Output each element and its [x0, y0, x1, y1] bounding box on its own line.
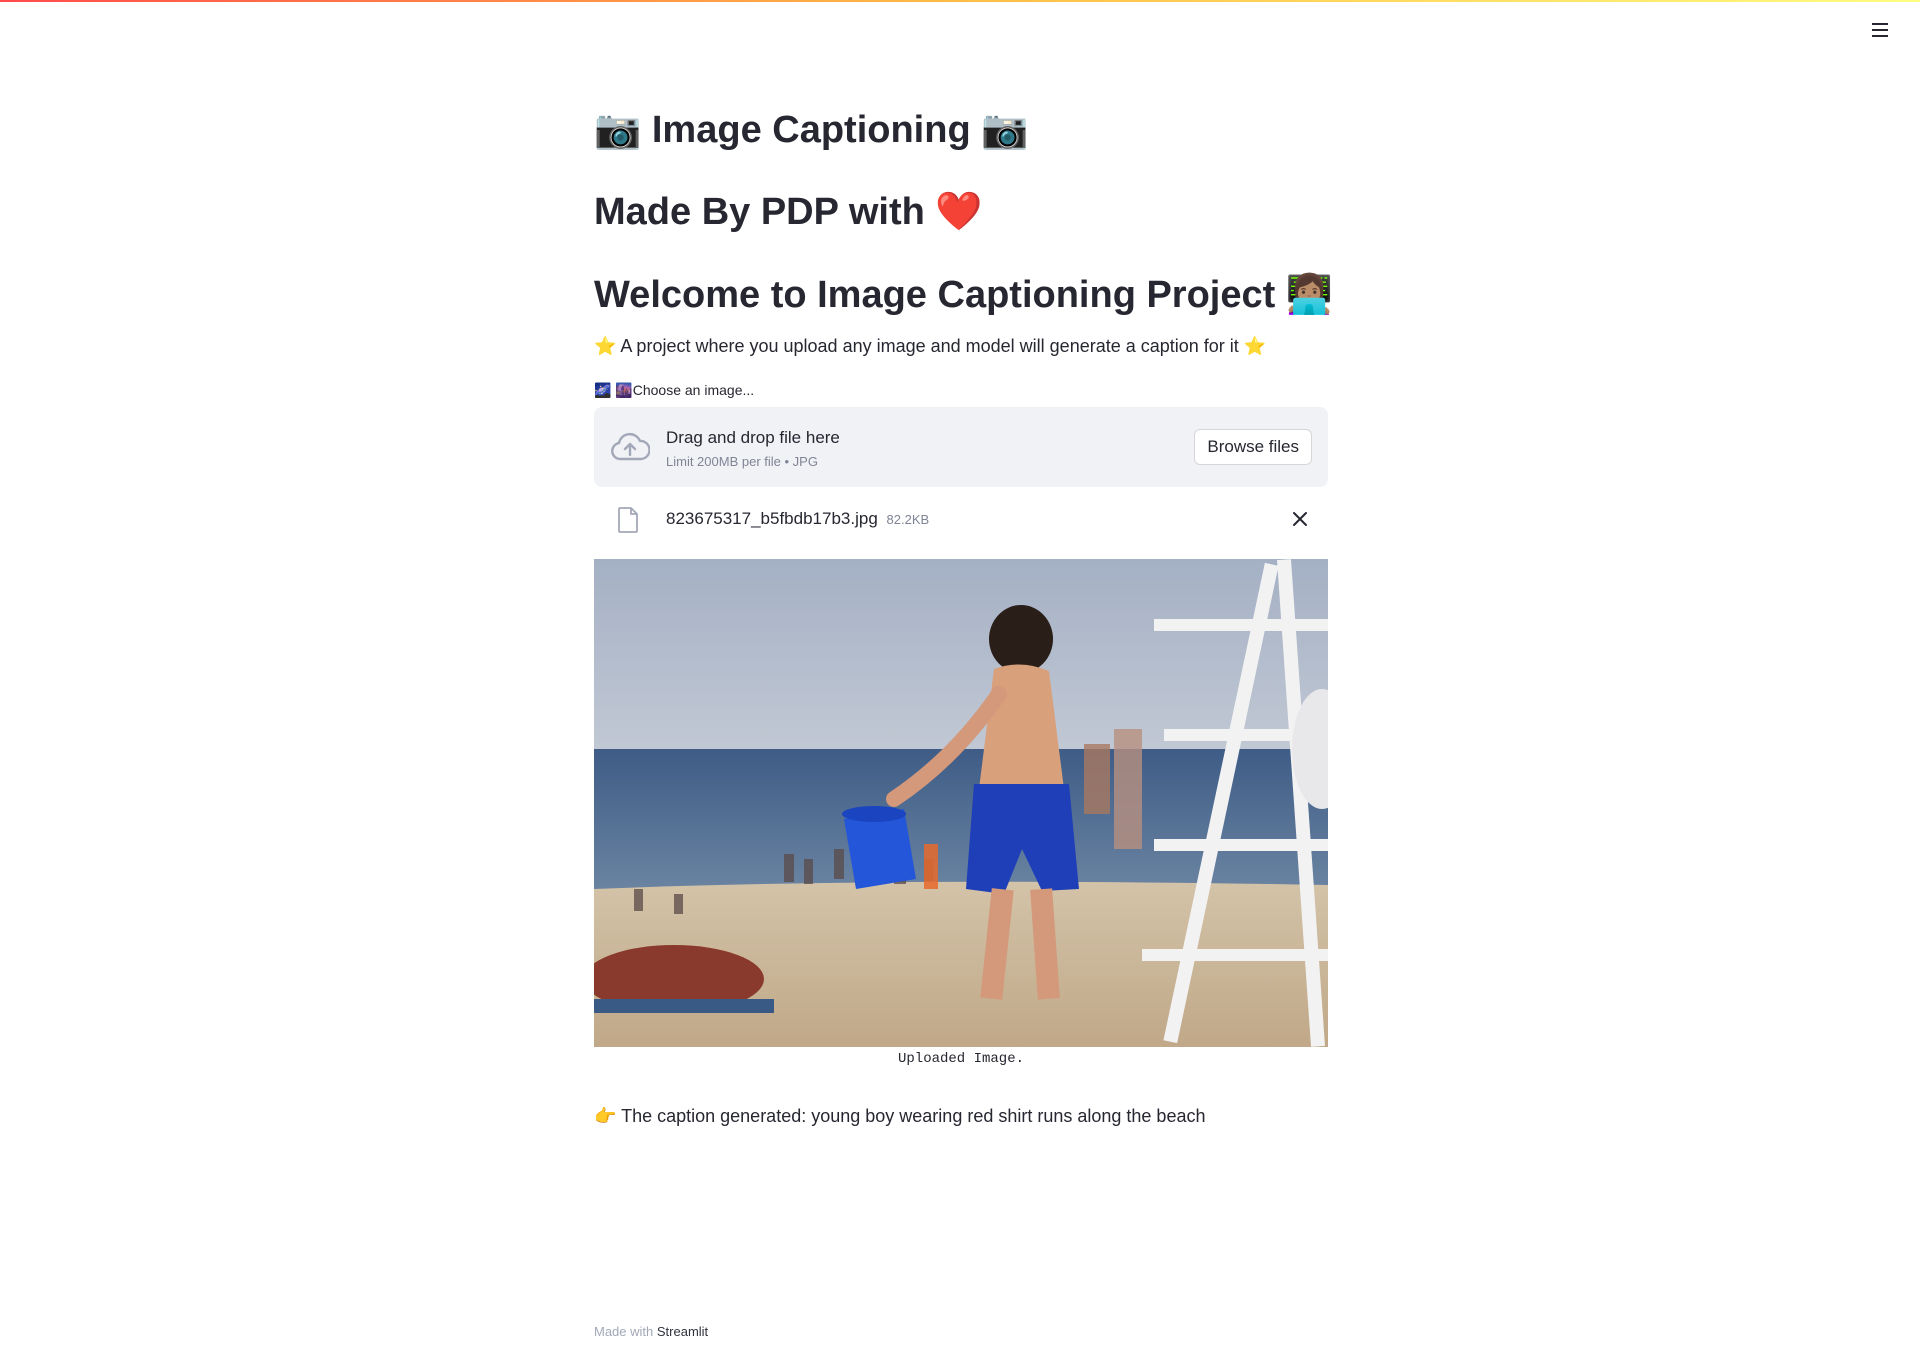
dropzone-title: Drag and drop file here: [666, 428, 840, 447]
uploaded-file-row: 823675317_b5fbdb17b3.jpg 82.2KB: [594, 497, 1328, 541]
file-dropzone[interactable]: Drag and drop file here Limit 200MB per …: [594, 407, 1328, 487]
footer-prefix: Made with: [594, 1324, 654, 1339]
generated-caption: 👉 The caption generated: young boy weari…: [594, 1106, 1206, 1126]
footer: Made with Streamlit: [594, 1324, 708, 1339]
dropzone-text: Drag and drop file here Limit 200MB per …: [666, 427, 840, 471]
hamburger-icon[interactable]: [1866, 18, 1894, 42]
uploaded-image: [594, 559, 1328, 1047]
browse-files-button[interactable]: Browse files: [1194, 429, 1312, 465]
page-title: 📷 Image Captioning 📷: [594, 109, 1029, 151]
top-decoration-bar: [0, 0, 1920, 2]
image-caption: Uploaded Image.: [897, 1051, 1025, 1067]
welcome-heading: Welcome to Image Captioning Project 👩🏽‍💻: [594, 274, 1334, 316]
file-size: 82.2KB: [886, 512, 930, 527]
cloud-upload-icon: [611, 432, 650, 461]
file-name-text: 823675317_b5fbdb17b3.jpg: [666, 509, 878, 528]
project-description: ⭐ A project where you upload any image a…: [594, 336, 1267, 356]
file-icon: [618, 507, 638, 533]
close-icon[interactable]: [1290, 509, 1310, 529]
streamlit-link[interactable]: Streamlit: [657, 1324, 708, 1339]
made-by-heading: Made By PDP with ❤️: [594, 191, 983, 233]
uploader-label: 🌌 🌆Choose an image...: [594, 382, 755, 398]
file-name: 823675317_b5fbdb17b3.jpg 82.2KB: [666, 508, 929, 531]
dropzone-limit: Limit 200MB per file • JPG: [666, 454, 818, 469]
